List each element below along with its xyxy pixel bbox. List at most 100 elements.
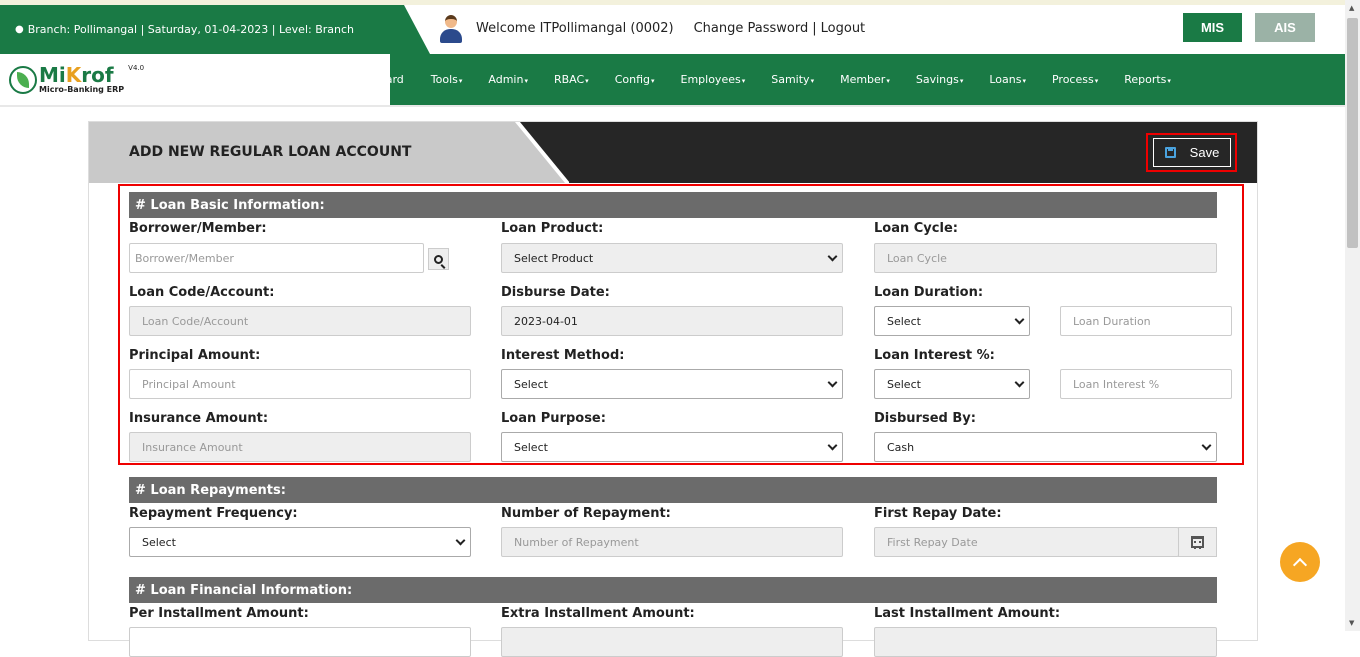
nav-item-process[interactable]: Process▾ xyxy=(1052,73,1098,86)
loan-duration-label: Loan Duration: xyxy=(874,285,984,300)
borrower-input[interactable]: Borrower/Member xyxy=(129,243,424,273)
extra-installment-input[interactable] xyxy=(501,627,843,657)
nav-item-employees[interactable]: Employees▾ xyxy=(681,73,746,86)
save-label: Save xyxy=(1189,145,1220,160)
globe-icon: ● xyxy=(15,24,24,35)
repayment-frequency-select[interactable]: Select xyxy=(129,527,471,557)
header-separator: | xyxy=(812,20,817,36)
section-loan-financial-info: # Loan Financial Information: xyxy=(129,577,1217,603)
loan-interest-select-value: Select xyxy=(887,377,921,391)
chevron-down-icon xyxy=(827,440,838,451)
nav-item-config[interactable]: Config▾ xyxy=(615,73,655,86)
caret-down-icon: ▾ xyxy=(585,77,589,85)
disbursed-by-select[interactable]: Cash xyxy=(874,432,1217,462)
chevron-down-icon xyxy=(827,251,838,262)
nav-menu: boardTools▾Admin▾RBAC▾Config▾Employees▾S… xyxy=(360,54,1345,105)
loan-code-input[interactable]: Loan Code/Account xyxy=(129,306,471,336)
logo-name: MiKrof xyxy=(39,63,114,87)
chevron-down-icon xyxy=(827,377,838,388)
caret-down-icon: ▾ xyxy=(1167,77,1171,85)
first-repay-date-input[interactable]: First Repay Date xyxy=(874,527,1179,557)
floppy-disk-icon xyxy=(1164,147,1176,158)
caret-down-icon: ▾ xyxy=(810,77,815,85)
insurance-amount-input[interactable]: Insurance Amount xyxy=(129,432,471,462)
disbursed-by-label: Disbursed By: xyxy=(874,411,976,426)
repayment-frequency-label: Repayment Frequency: xyxy=(129,506,298,521)
top-strip xyxy=(0,0,1345,5)
scroll-up-arrow-icon[interactable]: ▲ xyxy=(1349,4,1354,12)
interest-method-label: Interest Method: xyxy=(501,348,625,363)
disbursed-by-value: Cash xyxy=(887,440,915,454)
nav-item-samity[interactable]: Samity▾ xyxy=(771,73,814,86)
loan-interest-select[interactable]: Select xyxy=(874,369,1030,399)
scroll-down-arrow-icon[interactable]: ▼ xyxy=(1349,619,1354,627)
branch-info-bar: ● Branch: Pollimangal | Saturday, 01-04-… xyxy=(0,5,430,54)
section-loan-repayments: # Loan Repayments: xyxy=(129,477,1217,503)
chevron-up-icon xyxy=(1292,557,1308,572)
loan-interest-input[interactable]: Loan Interest % xyxy=(1060,369,1232,399)
calendar-button[interactable] xyxy=(1178,527,1217,557)
welcome-area: Welcome ITPollimangal (0002) Change Pass… xyxy=(438,10,865,46)
welcome-text: Welcome ITPollimangal (0002) xyxy=(476,20,674,36)
page-title: ADD NEW REGULAR LOAN ACCOUNT xyxy=(129,144,412,160)
loan-cycle-label: Loan Cycle: xyxy=(874,221,958,236)
repayment-frequency-value: Select xyxy=(142,535,176,549)
ais-button[interactable]: AIS xyxy=(1255,13,1315,42)
last-installment-input[interactable] xyxy=(874,627,1217,657)
nav-item-reports[interactable]: Reports▾ xyxy=(1124,73,1171,86)
per-installment-input[interactable] xyxy=(129,627,471,657)
header-shadow xyxy=(0,105,1345,107)
nav-item-loans[interactable]: Loans▾ xyxy=(989,73,1026,86)
loan-duration-input[interactable]: Loan Duration xyxy=(1060,306,1232,336)
caret-down-icon: ▾ xyxy=(650,77,655,85)
page-scrollbar[interactable]: ▲ ▼ xyxy=(1345,0,1360,631)
last-installment-label: Last Installment Amount: xyxy=(874,606,1061,621)
change-password-link[interactable]: Change Password xyxy=(694,21,809,36)
logo-subtitle: Micro-Banking ERP xyxy=(39,85,125,94)
user-avatar-icon xyxy=(438,13,464,43)
nav-item-member[interactable]: Member▾ xyxy=(840,73,890,86)
caret-down-icon: ▾ xyxy=(1022,77,1026,85)
loan-purpose-value: Select xyxy=(514,440,548,454)
mis-button[interactable]: MIS xyxy=(1183,13,1242,42)
card-header: ADD NEW REGULAR LOAN ACCOUNT Save xyxy=(89,122,1257,183)
loan-product-select[interactable]: Select Product xyxy=(501,243,843,273)
save-button[interactable]: Save xyxy=(1153,138,1231,167)
caret-down-icon: ▾ xyxy=(959,77,964,85)
logo-version: V4.0 xyxy=(128,64,145,72)
first-repay-date-label: First Repay Date: xyxy=(874,506,1002,521)
search-borrower-button[interactable] xyxy=(428,248,449,270)
leaf-logo-icon xyxy=(9,65,37,94)
calendar-icon xyxy=(1191,536,1204,549)
insurance-amount-label: Insurance Amount: xyxy=(129,411,269,426)
caret-down-icon: ▾ xyxy=(741,77,746,85)
extra-installment-label: Extra Installment Amount: xyxy=(501,606,695,621)
borrower-label: Borrower/Member: xyxy=(129,221,267,236)
scrollbar-thumb[interactable] xyxy=(1347,18,1358,248)
caret-down-icon: ▾ xyxy=(524,77,528,85)
caret-down-icon: ▾ xyxy=(886,77,890,85)
chevron-down-icon xyxy=(1014,377,1025,388)
section-loan-basic-info: # Loan Basic Information: xyxy=(129,192,1217,218)
nav-item-savings[interactable]: Savings▾ xyxy=(916,73,964,86)
nav-item-rbac[interactable]: RBAC▾ xyxy=(554,73,589,86)
loan-cycle-input[interactable]: Loan Cycle xyxy=(874,243,1217,273)
brand-logo[interactable]: MiKrof Micro-Banking ERP V4.0 xyxy=(0,54,390,105)
logout-link[interactable]: Logout xyxy=(821,21,866,36)
disburse-date-label: Disburse Date: xyxy=(501,285,610,300)
disburse-date-input[interactable]: 2023-04-01 xyxy=(501,306,843,336)
loan-code-label: Loan Code/Account: xyxy=(129,285,275,300)
number-of-repayment-label: Number of Repayment: xyxy=(501,506,671,521)
loan-purpose-label: Loan Purpose: xyxy=(501,411,606,426)
interest-method-select[interactable]: Select xyxy=(501,369,843,399)
loan-duration-select[interactable]: Select xyxy=(874,306,1030,336)
number-of-repayment-input[interactable]: Number of Repayment xyxy=(501,527,843,557)
loan-purpose-select[interactable]: Select xyxy=(501,432,843,462)
principal-amount-input[interactable]: Principal Amount xyxy=(129,369,471,399)
nav-item-admin[interactable]: Admin▾ xyxy=(488,73,528,86)
search-icon xyxy=(434,254,443,264)
nav-item-tools[interactable]: Tools▾ xyxy=(431,73,463,86)
scroll-to-top-button[interactable] xyxy=(1280,542,1320,582)
chevron-down-icon xyxy=(1201,440,1212,451)
main-navbar: boardTools▾Admin▾RBAC▾Config▾Employees▾S… xyxy=(360,54,1345,105)
